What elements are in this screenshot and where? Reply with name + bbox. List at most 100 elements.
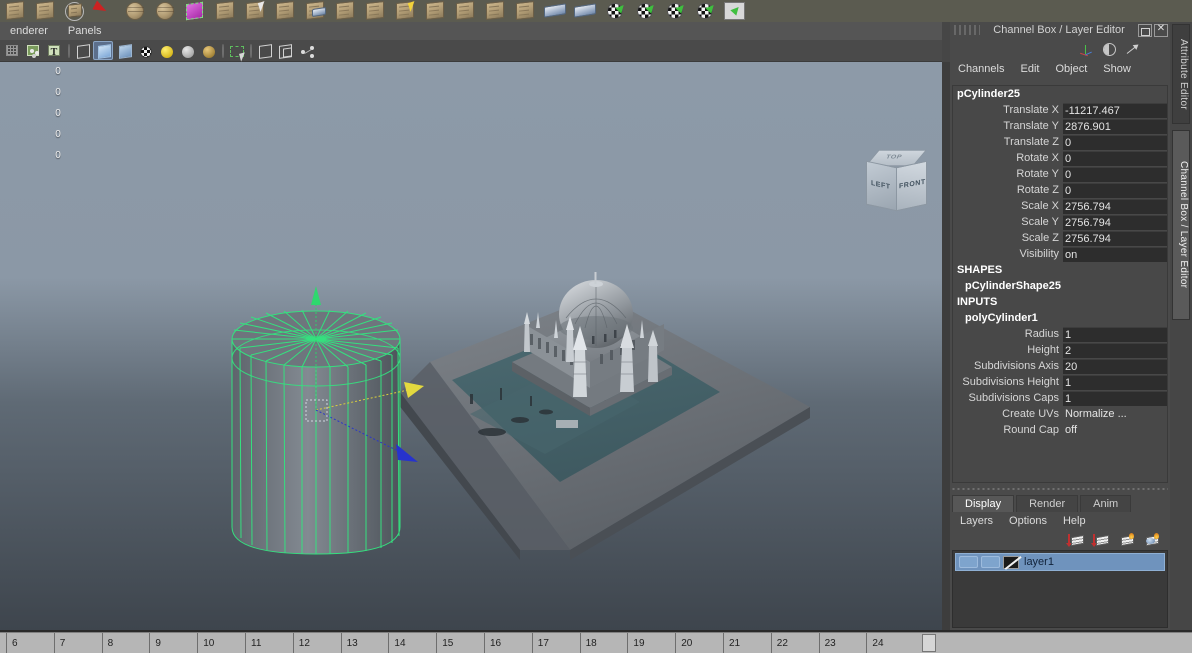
menu-help[interactable]: Help [1055, 512, 1094, 530]
red-arrow-icon[interactable] [90, 0, 120, 22]
transform-attr-value-2[interactable]: 0 [1063, 135, 1167, 150]
uv-checker-3-icon[interactable] [660, 0, 690, 22]
xray-select-marquee-icon[interactable] [226, 41, 246, 60]
tab-display[interactable]: Display [952, 495, 1014, 512]
poly-fill-icon[interactable] [510, 0, 540, 22]
poly-combine-icon[interactable] [270, 0, 300, 22]
timeline-current-frame-handle[interactable] [922, 634, 936, 652]
half-circle-icon[interactable] [1103, 43, 1116, 56]
arrow-up-right-icon[interactable] [1126, 42, 1140, 56]
table-row[interactable]: Translate Z0 [953, 134, 1167, 150]
table-row[interactable]: Subdivisions Caps1 [953, 390, 1167, 406]
table-row[interactable]: Create UVsNormalize ... [953, 406, 1167, 422]
table-row[interactable]: Height2 [953, 342, 1167, 358]
table-row[interactable]: Rotate Y0 [953, 166, 1167, 182]
shadows-icon[interactable] [198, 41, 218, 60]
channel-box[interactable]: pCylinder25 Translate X-11217.467Transla… [952, 85, 1168, 483]
transform-attr-value-8[interactable]: 2756.794 [1063, 231, 1167, 246]
layer-display-type-swatch[interactable] [1003, 556, 1019, 569]
axis-marker-icon[interactable] [1079, 42, 1093, 56]
input-attr-value-6[interactable]: off [1063, 423, 1167, 438]
input-attr-value-4[interactable]: 1 [1063, 391, 1167, 406]
uv-checker-1-icon[interactable] [600, 0, 630, 22]
menu-options[interactable]: Options [1001, 512, 1055, 530]
smooth-shade-all-icon[interactable] [93, 41, 113, 60]
restore-panel-button[interactable] [1138, 24, 1152, 37]
text-toggle-icon[interactable]: T [44, 41, 64, 60]
poly-cube-icon[interactable] [0, 0, 30, 22]
list-item[interactable]: layer1 [955, 553, 1165, 571]
table-row[interactable]: Rotate X0 [953, 150, 1167, 166]
viewport-3d[interactable]: 00000 TOP LEFT FRONT persp [0, 62, 942, 630]
table-row[interactable]: Radius1 [953, 326, 1167, 342]
poly-select-icon[interactable] [240, 0, 270, 22]
smooth-shade-textured-icon[interactable] [114, 41, 134, 60]
poly-sphere-2-icon[interactable] [150, 0, 180, 22]
shape-node-name[interactable]: pCylinderShape25 [953, 278, 1167, 294]
menu-edit[interactable]: Edit [1012, 60, 1047, 79]
xray-joints-icon[interactable] [275, 41, 295, 60]
tab-render[interactable]: Render [1016, 495, 1078, 512]
menu-panels[interactable]: Panels [58, 22, 112, 40]
menu-show[interactable]: Show [1095, 60, 1139, 79]
menu-channels[interactable]: Channels [950, 60, 1012, 79]
tab-attribute-editor[interactable]: Attribute Editor [1172, 24, 1190, 124]
new-layer-from-selected-icon[interactable] [1093, 533, 1110, 548]
table-row[interactable]: Visibilityon [953, 246, 1167, 262]
layer-name[interactable]: layer1 [1024, 556, 1054, 568]
close-panel-button[interactable] [1154, 24, 1168, 37]
menu-layers[interactable]: Layers [952, 512, 1001, 530]
xray-shading-icon[interactable] [254, 41, 274, 60]
transform-attr-value-9[interactable]: on [1063, 247, 1167, 262]
input-attr-value-3[interactable]: 1 [1063, 375, 1167, 390]
input-attr-value-0[interactable]: 1 [1063, 327, 1167, 342]
poly-merge-icon[interactable] [330, 0, 360, 22]
tab-channel-box-layer-editor[interactable]: Channel Box / Layer Editor [1172, 130, 1190, 320]
panel-resize-grip[interactable] [952, 485, 1168, 493]
transform-attr-value-7[interactable]: 2756.794 [1063, 215, 1167, 230]
uv-editor-icon[interactable] [720, 0, 750, 22]
transform-attr-value-5[interactable]: 0 [1063, 183, 1167, 198]
layer-playback-toggle[interactable] [981, 556, 1000, 568]
layer-list[interactable]: layer1 [952, 550, 1168, 628]
hardware-texturing-icon[interactable] [135, 41, 155, 60]
time-slider[interactable]: 6789101112131415161718192021222324 [0, 632, 1192, 653]
input-attr-value-5[interactable]: Normalize ... [1063, 407, 1167, 422]
magenta-extrude-icon[interactable] [180, 0, 210, 22]
table-row[interactable]: Subdivisions Axis20 [953, 358, 1167, 374]
poly-cut-icon[interactable] [420, 0, 450, 22]
image-plane-icon[interactable] [23, 41, 43, 60]
menu-object[interactable]: Object [1047, 60, 1095, 79]
uv-card-icon[interactable] [540, 0, 570, 22]
grid-toggle-icon[interactable] [2, 41, 22, 60]
table-row[interactable]: Subdivisions Height1 [953, 374, 1167, 390]
panel-drag-dots[interactable] [954, 25, 980, 35]
poly-split-icon[interactable] [300, 0, 330, 22]
poly-wedge-icon[interactable] [450, 0, 480, 22]
layer-visibility-toggle[interactable] [959, 556, 978, 568]
table-row[interactable]: Scale Y2756.794 [953, 214, 1167, 230]
menu-renderer[interactable]: enderer [0, 22, 58, 40]
input-node-name[interactable]: polyCylinder1 [953, 310, 1167, 326]
table-row[interactable]: Scale Z2756.794 [953, 230, 1167, 246]
uv-checker-2-icon[interactable] [630, 0, 660, 22]
table-row[interactable]: Translate Y2876.901 [953, 118, 1167, 134]
exposure-icon[interactable] [296, 41, 316, 60]
tab-anim[interactable]: Anim [1080, 495, 1131, 512]
poly-duplicate-icon[interactable] [360, 0, 390, 22]
table-row[interactable]: Rotate Z0 [953, 182, 1167, 198]
uv-plane-icon[interactable] [570, 0, 600, 22]
wireframe-shading-icon[interactable] [72, 41, 92, 60]
input-attr-value-2[interactable]: 20 [1063, 359, 1167, 374]
table-row[interactable]: Scale X2756.794 [953, 198, 1167, 214]
poly-circle-icon[interactable] [60, 0, 90, 22]
new-render-layer-icon[interactable] [1118, 533, 1135, 548]
use-all-lights-icon[interactable] [177, 41, 197, 60]
poly-mirror-icon[interactable] [480, 0, 510, 22]
input-attr-value-1[interactable]: 2 [1063, 343, 1167, 358]
uv-checker-4-icon[interactable] [690, 0, 720, 22]
transform-attr-value-1[interactable]: 2876.901 [1063, 119, 1167, 134]
new-render-pass-icon[interactable] [1143, 533, 1160, 548]
transform-attr-value-6[interactable]: 2756.794 [1063, 199, 1167, 214]
new-layer-icon[interactable] [1068, 533, 1085, 548]
